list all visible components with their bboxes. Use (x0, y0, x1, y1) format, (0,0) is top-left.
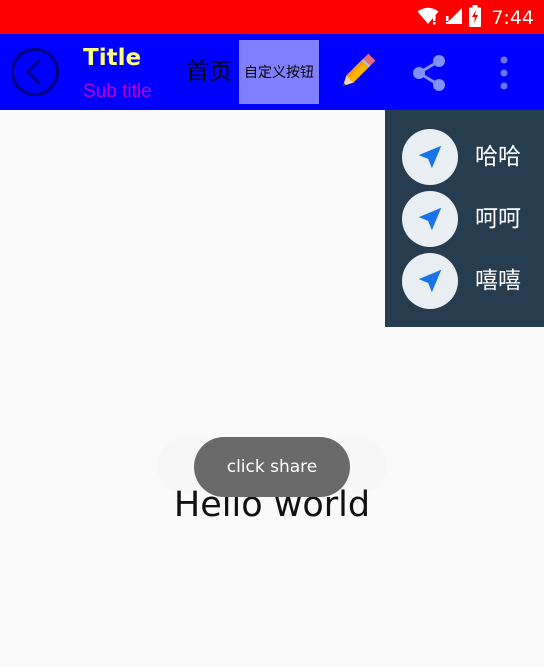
popup-menu: 哈哈 呵呵 嘻嘻 (385, 110, 544, 327)
navigation-icon (418, 207, 442, 231)
custom-button[interactable]: 自定义按钮 (239, 40, 319, 104)
signal-icon (445, 7, 463, 29)
battery-icon (469, 5, 482, 31)
menu-item-label: 哈哈 (475, 144, 521, 170)
menu-item-icon-circle (402, 253, 458, 309)
menu-item-label: 嘻嘻 (475, 268, 521, 294)
back-button[interactable] (10, 47, 60, 97)
status-time: 7:44 (491, 7, 534, 29)
back-arrow-icon (11, 48, 59, 96)
menu-item-label: 呵呵 (475, 206, 521, 232)
status-icons: 7:44 (417, 5, 534, 31)
navigation-icon (418, 145, 442, 169)
wifi-icon (417, 7, 439, 29)
edit-button[interactable] (335, 50, 379, 94)
toast-message: click share (194, 437, 350, 497)
more-button[interactable] (494, 52, 514, 94)
edit-icon (342, 53, 376, 87)
toolbar-title: Title (83, 45, 142, 71)
menu-item-icon-circle (402, 129, 458, 185)
more-vert-icon (500, 56, 508, 90)
toolbar-subtitle: Sub title (83, 81, 152, 102)
share-icon (413, 55, 445, 91)
home-link[interactable]: 首页 (186, 58, 232, 86)
navigation-icon (418, 269, 442, 293)
toolbar: Title Sub title 首页 自定义按钮 (0, 34, 544, 110)
menu-item-hehe[interactable]: 呵呵 (385, 188, 544, 250)
status-bar: 7:44 (0, 0, 544, 34)
share-button[interactable] (408, 52, 450, 94)
menu-item-xixi[interactable]: 嘻嘻 (385, 250, 544, 312)
menu-item-haha[interactable]: 哈哈 (385, 126, 544, 188)
menu-item-icon-circle (402, 191, 458, 247)
